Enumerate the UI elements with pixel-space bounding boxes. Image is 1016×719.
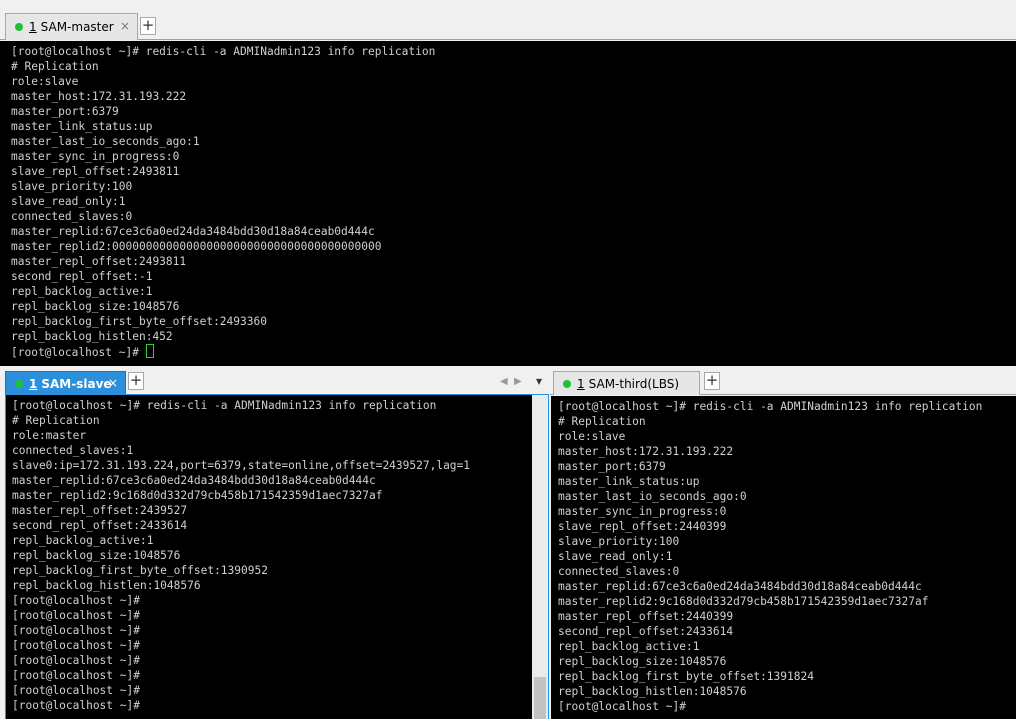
terminal-line: role:slave bbox=[558, 430, 626, 443]
terminal-line: connected_slaves:1 bbox=[12, 444, 134, 457]
tab-sam-third[interactable]: 1 SAM-third(LBS) bbox=[553, 371, 700, 395]
tab-sam-slave[interactable]: 1 SAM-slave × bbox=[5, 371, 126, 395]
terminal-line: slave_repl_offset:2440399 bbox=[558, 520, 727, 533]
terminal-prompt: [root@localhost ~]# bbox=[11, 346, 146, 359]
terminal-line: role:slave bbox=[11, 75, 79, 88]
session-connected-icon bbox=[563, 379, 571, 388]
terminal-line: [root@localhost ~]# redis-cli -a ADMINad… bbox=[11, 45, 436, 58]
terminal-line: master_link_status:up bbox=[11, 120, 153, 133]
tab-sam-master[interactable]: 1 SAM-master × bbox=[5, 13, 138, 40]
left-scrollbar[interactable] bbox=[532, 395, 548, 719]
terminal-line: master_repl_offset:2440399 bbox=[558, 610, 734, 623]
tab-label: SAM-third(LBS) bbox=[588, 376, 680, 391]
terminal-line: [root@localhost ~]# bbox=[12, 699, 140, 712]
terminal-line: master_port:6379 bbox=[558, 460, 666, 473]
terminal-line: [root@localhost ~]# bbox=[12, 654, 140, 667]
terminal-line: [root@localhost ~]# bbox=[12, 669, 140, 682]
terminal-output: [root@localhost ~]# redis-cli -a ADMINad… bbox=[11, 44, 1016, 344]
terminal-line: repl_backlog_size:1048576 bbox=[558, 655, 727, 668]
terminal-line: master_replid:67ce3c6a0ed24da3484bdd30d1… bbox=[11, 225, 375, 238]
top-tab-bar: 1 SAM-master × + bbox=[0, 0, 1016, 40]
terminal-line: master_last_io_seconds_ago:0 bbox=[558, 490, 747, 503]
terminal-sam-master[interactable]: [root@localhost ~]# redis-cli -a ADMINad… bbox=[0, 41, 1016, 366]
close-icon[interactable]: × bbox=[108, 376, 118, 390]
terminal-line: second_repl_offset:2433614 bbox=[558, 625, 734, 638]
terminal-output: [root@localhost ~]# redis-cli -a ADMINad… bbox=[12, 398, 532, 713]
terminal-line: [root@localhost ~]# bbox=[12, 624, 140, 637]
terminal-line: repl_backlog_active:1 bbox=[12, 534, 154, 547]
terminal-line: master_host:172.31.193.222 bbox=[558, 445, 734, 458]
terminal-line: slave_read_only:1 bbox=[11, 195, 126, 208]
terminal-line: master_host:172.31.193.222 bbox=[11, 90, 187, 103]
terminal-line: master_replid:67ce3c6a0ed24da3484bdd30d1… bbox=[12, 474, 376, 487]
terminal-output: [root@localhost ~]# redis-cli -a ADMINad… bbox=[558, 399, 1016, 714]
terminal-line: [root@localhost ~]# bbox=[558, 700, 686, 713]
terminal-line: slave0:ip=172.31.193.224,port=6379,state… bbox=[12, 459, 471, 472]
terminal-line: master_port:6379 bbox=[11, 105, 119, 118]
tab-menu-icon[interactable]: ▾ bbox=[536, 374, 542, 388]
terminal-line: # Replication bbox=[558, 415, 646, 428]
session-connected-icon bbox=[15, 23, 23, 31]
terminal-line: slave_repl_offset:2493811 bbox=[11, 165, 180, 178]
terminal-line: slave_priority:100 bbox=[11, 180, 133, 193]
terminal-line: [root@localhost ~]# redis-cli -a ADMINad… bbox=[12, 399, 437, 412]
session-connected-icon bbox=[15, 379, 23, 388]
add-tab-button[interactable]: + bbox=[128, 372, 144, 390]
terminal-line: repl_backlog_first_byte_offset:2493360 bbox=[11, 315, 267, 328]
terminal-line: master_sync_in_progress:0 bbox=[558, 505, 727, 518]
terminal-line: master_replid2:9c168d0d332d79cb458b17154… bbox=[558, 595, 929, 608]
terminal-line: master_repl_offset:2439527 bbox=[12, 504, 188, 517]
terminal-line: repl_backlog_histlen:1048576 bbox=[558, 685, 747, 698]
tab-number: 1 bbox=[577, 376, 585, 391]
terminal-line: repl_backlog_first_byte_offset:1391824 bbox=[558, 670, 814, 683]
tab-next-icon[interactable]: ▶ bbox=[514, 376, 522, 387]
terminal-line: role:master bbox=[12, 429, 87, 442]
terminal-line: repl_backlog_first_byte_offset:1390952 bbox=[12, 564, 268, 577]
terminal-line: repl_backlog_histlen:1048576 bbox=[12, 579, 201, 592]
terminal-line: master_repl_offset:2493811 bbox=[11, 255, 187, 268]
terminal-line: repl_backlog_active:1 bbox=[11, 285, 153, 298]
terminal-line: [root@localhost ~]# redis-cli -a ADMINad… bbox=[558, 400, 983, 413]
terminal-sam-slave[interactable]: [root@localhost ~]# redis-cli -a ADMINad… bbox=[6, 395, 532, 719]
close-icon[interactable]: × bbox=[120, 19, 130, 33]
right-tab-bar: 1 SAM-third(LBS) + bbox=[550, 367, 1016, 395]
terminal-line: second_repl_offset:2433614 bbox=[12, 519, 188, 532]
terminal-line: connected_slaves:0 bbox=[558, 565, 680, 578]
terminal-line: [root@localhost ~]# bbox=[12, 609, 140, 622]
terminal-line: [root@localhost ~]# bbox=[12, 639, 140, 652]
terminal-line: slave_priority:100 bbox=[558, 535, 680, 548]
tab-number: 1 bbox=[29, 376, 38, 391]
terminal-line: repl_backlog_size:1048576 bbox=[11, 300, 180, 313]
terminal-sam-third[interactable]: [root@localhost ~]# redis-cli -a ADMINad… bbox=[551, 396, 1016, 719]
tab-number: 1 bbox=[29, 20, 37, 34]
terminal-line: repl_backlog_size:1048576 bbox=[12, 549, 181, 562]
terminal-line: master_replid2:0000000000000000000000000… bbox=[11, 240, 382, 253]
terminal-line: slave_read_only:1 bbox=[558, 550, 673, 563]
terminal-line: [root@localhost ~]# bbox=[12, 594, 140, 607]
terminal-line: connected_slaves:0 bbox=[11, 210, 133, 223]
terminal-line: master_replid:67ce3c6a0ed24da3484bdd30d1… bbox=[558, 580, 922, 593]
add-tab-button[interactable]: + bbox=[140, 17, 156, 35]
left-tab-bar: 1 SAM-slave × + ◀ ▶ ▾ bbox=[0, 367, 549, 395]
left-scrollbar-thumb[interactable] bbox=[534, 677, 546, 719]
terminal-line: repl_backlog_histlen:452 bbox=[11, 330, 173, 343]
terminal-line: master_last_io_seconds_ago:1 bbox=[11, 135, 200, 148]
terminal-cursor bbox=[145, 344, 154, 358]
terminal-line: # Replication bbox=[11, 60, 99, 73]
terminal-line: master_replid2:9c168d0d332d79cb458b17154… bbox=[12, 489, 383, 502]
terminal-line: repl_backlog_active:1 bbox=[558, 640, 700, 653]
terminal-line: # Replication bbox=[12, 414, 100, 427]
terminal-line: master_sync_in_progress:0 bbox=[11, 150, 180, 163]
tab-label: SAM-master bbox=[40, 20, 114, 34]
terminal-prompt-line: [root@localhost ~]# bbox=[11, 344, 1016, 359]
tab-prev-icon[interactable]: ◀ bbox=[500, 376, 508, 387]
terminal-line: master_link_status:up bbox=[558, 475, 700, 488]
tab-label: SAM-slave bbox=[41, 376, 112, 391]
terminal-line: [root@localhost ~]# bbox=[12, 684, 140, 697]
add-tab-button[interactable]: + bbox=[704, 372, 720, 390]
terminal-line: second_repl_offset:-1 bbox=[11, 270, 153, 283]
